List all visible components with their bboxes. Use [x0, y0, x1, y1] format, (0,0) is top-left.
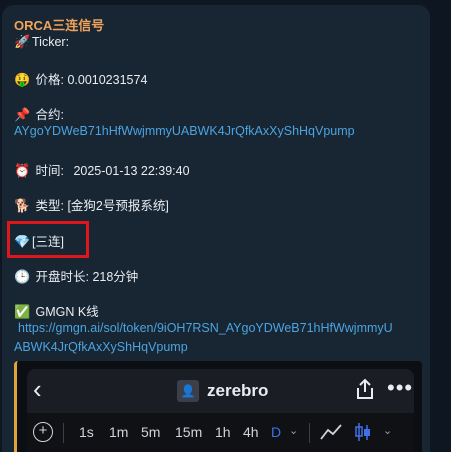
duration-label: 开盘时长:	[35, 270, 89, 284]
price-label: 价格:	[35, 73, 64, 87]
share-icon[interactable]	[355, 378, 375, 406]
contract-label: 合约:	[35, 108, 64, 122]
link-preview[interactable]: ‹ 👤 zerebro ••• + 1s 1m 5m 15m 1h 4h D ⌄	[14, 361, 422, 452]
time-line: ⏰ 时间: 2025-01-13 22:39:40	[14, 160, 190, 179]
kline-label: GMGN K线	[35, 305, 99, 319]
type-label: 类型:	[35, 199, 64, 213]
kline-url-line2[interactable]: ABWK4JrQfkAxXyShHqVpump	[14, 340, 188, 354]
timeframe-15m[interactable]: 15m	[175, 424, 202, 440]
timeframe-5m[interactable]: 5m	[141, 424, 160, 440]
timeframe-1m[interactable]: 1m	[109, 424, 128, 440]
preview-header: ‹ 👤 zerebro •••	[27, 369, 414, 413]
line-chart-icon[interactable]	[319, 421, 343, 443]
money-face-icon: 🤑	[14, 72, 31, 87]
timeframe-1h[interactable]: 1h	[215, 424, 231, 440]
duration-value: 218分钟	[92, 270, 139, 284]
contract-address-link[interactable]: AYgoYDWeB71hHfWwjmmyUABWK4JrQfkAxXyShHqV…	[14, 124, 355, 138]
more-icon[interactable]: •••	[387, 375, 413, 401]
kline-line: ✅ GMGN K线	[14, 301, 99, 320]
timeframe-1s[interactable]: 1s	[79, 424, 94, 440]
token-avatar: 👤	[177, 380, 199, 402]
chart-type-dropdown-icon[interactable]: ⌄	[383, 424, 392, 437]
sender-name[interactable]: ORCA三连信号	[14, 15, 104, 34]
candlestick-icon[interactable]	[353, 421, 373, 443]
chart-toolbar: + 1s 1m 5m 15m 1h 4h D ⌄ ⌄	[27, 413, 414, 452]
timeframe-4h[interactable]: 4h	[243, 424, 259, 440]
highlight-box	[7, 221, 89, 258]
ticker-line: 🚀 Ticker:	[14, 34, 69, 50]
price-line: 🤑 价格: 0.0010231574	[14, 69, 147, 88]
add-indicator-icon[interactable]: +	[33, 422, 53, 442]
type-value: [金狗2号预报系统]	[67, 199, 169, 213]
clock-icon: 🕒	[14, 269, 31, 284]
time-label: 时间:	[35, 164, 64, 178]
ticker-label: Ticker:	[32, 35, 70, 49]
rocket-icon: 🚀	[14, 34, 31, 49]
divider	[63, 423, 64, 443]
kline-url-line1[interactable]: https://gmgn.ai/sol/token/9iOH7RSN_AYgoY…	[18, 321, 393, 335]
check-mark-icon: ✅	[14, 304, 31, 319]
dog-icon: 🐕	[14, 198, 31, 213]
divider	[309, 423, 310, 443]
timeframe-dropdown-icon[interactable]: ⌄	[289, 424, 298, 437]
type-line: 🐕 类型: [金狗2号预报系统]	[14, 195, 169, 214]
back-arrow-icon[interactable]: ‹	[33, 375, 42, 403]
preview-title: zerebro	[207, 381, 269, 400]
pushpin-icon: 📌	[14, 107, 31, 122]
duration-line: 🕒 开盘时长: 218分钟	[14, 266, 138, 285]
alarm-clock-icon: ⏰	[14, 163, 31, 178]
timeframe-d[interactable]: D	[271, 424, 281, 440]
contract-line: 📌 合约:	[14, 104, 64, 123]
price-value: 0.0010231574	[67, 73, 148, 87]
time-value: 2025-01-13 22:39:40	[73, 164, 190, 178]
